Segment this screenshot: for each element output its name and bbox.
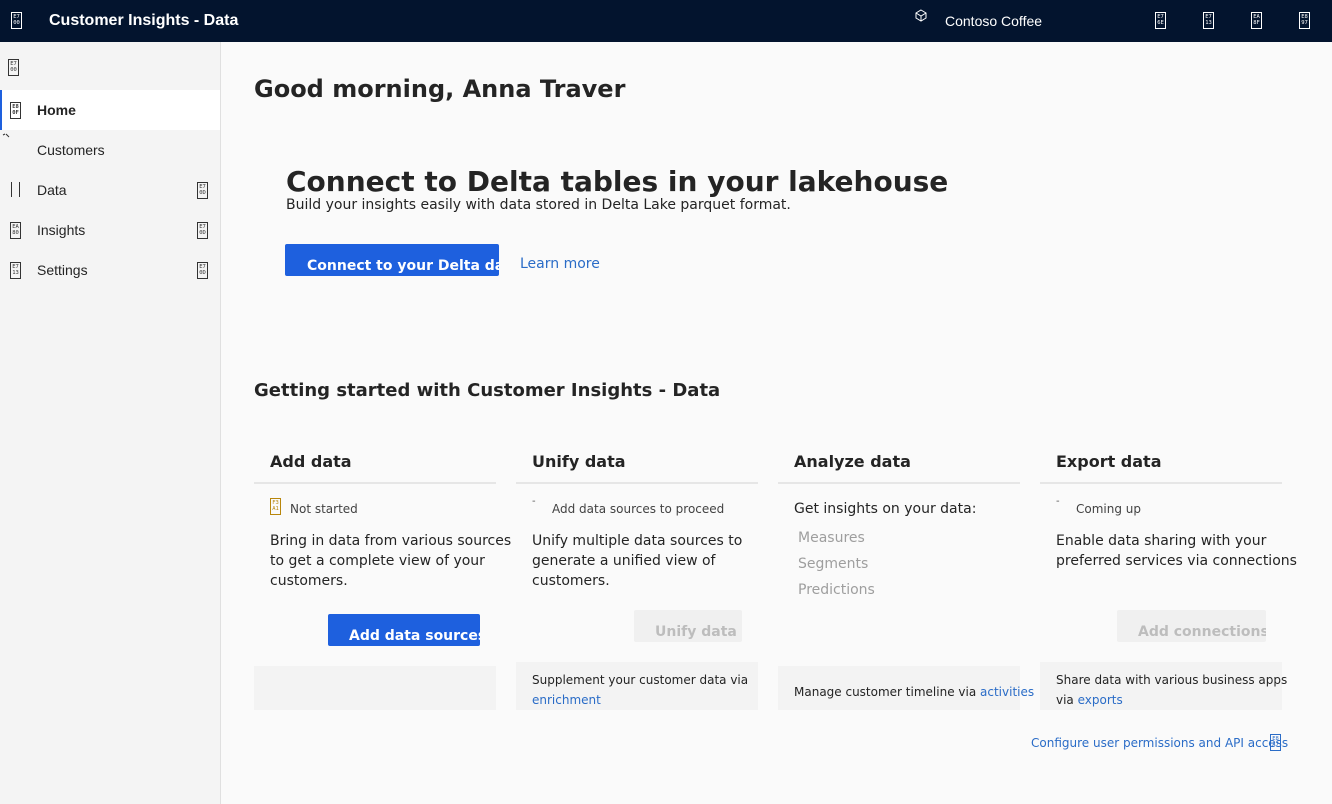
help-icon[interactable]: E7 6E: [1155, 12, 1166, 29]
sidebar-item-customers[interactable]: Customers: [0, 130, 220, 170]
not-started-icon: F3 A1: [270, 498, 281, 515]
chevron-down-icon[interactable]: E7 0D: [197, 262, 208, 279]
divider: [254, 482, 496, 484]
card-title: Analyze data: [794, 452, 911, 471]
environment-name[interactable]: Contoso Coffee: [945, 13, 1042, 29]
measures-item: Measures: [798, 530, 865, 546]
footer-label: Supplement your customer data via: [532, 673, 749, 687]
segments-item: Segments: [798, 556, 869, 572]
card-footer: [254, 666, 496, 710]
card-title: Unify data: [532, 452, 626, 471]
settings-gear-icon[interactable]: E7 13: [1203, 12, 1214, 29]
learn-more-link[interactable]: Learn more: [520, 256, 600, 272]
analyze-intro: Get insights on your data:: [794, 501, 977, 517]
account-icon[interactable]: E8 97: [1299, 12, 1310, 29]
pending-icon: -: [1056, 496, 1060, 507]
card-footer-text: Manage customer timeline via activities: [794, 682, 1034, 702]
chevron-down-icon[interactable]: E7 0D: [197, 182, 208, 199]
sidebar-item-label: Customers: [37, 142, 105, 158]
divider: [778, 482, 1020, 484]
sidebar-item-label: Data: [37, 182, 67, 198]
app-title[interactable]: Customer Insights - Data: [49, 12, 238, 30]
notifications-icon[interactable]: EA 8F: [1251, 12, 1262, 29]
chevron-down-icon[interactable]: E7 0D: [197, 222, 208, 239]
divider: [1040, 482, 1282, 484]
hero-title: Connect to Delta tables in your lakehous…: [286, 165, 949, 198]
sidebar-item-label: Settings: [37, 262, 88, 278]
app-launcher-icon[interactable]: E7 00: [11, 12, 22, 29]
sidebar-item-data[interactable]: Data E7 0D: [0, 170, 220, 210]
connect-delta-button[interactable]: Connect to your Delta data: [285, 244, 499, 276]
hero-subtitle: Build your insights easily with data sto…: [286, 197, 791, 213]
unify-data-button[interactable]: Unify data: [634, 610, 742, 642]
enrichment-link[interactable]: enrichment: [532, 693, 601, 707]
add-connections-button[interactable]: Add connections: [1117, 610, 1266, 642]
pending-icon: -: [532, 496, 536, 507]
environment-icon: [915, 9, 927, 22]
configure-permissions-link[interactable]: Configure user permissions and API acces…: [1031, 736, 1288, 750]
card-title: Export data: [1056, 452, 1162, 471]
sidebar-item-home[interactable]: E8 0F Home: [0, 90, 220, 130]
card-description: Bring in data from various sources to ge…: [270, 533, 512, 589]
getting-started-heading: Getting started with Customer Insights -…: [254, 380, 721, 401]
data-icon: [10, 182, 22, 197]
card-description: Enable data sharing with your preferred …: [1056, 533, 1297, 569]
status-text: Coming up: [1076, 502, 1142, 516]
collapse-nav-icon[interactable]: E7 00: [8, 59, 19, 76]
status-text: Add data sources to proceed: [552, 502, 725, 516]
sidebar-item-label: Insights: [37, 222, 86, 238]
customers-icon: [2, 133, 10, 138]
card-description: Unify multiple data sources to generate …: [532, 533, 743, 589]
card-title: Add data: [270, 452, 352, 471]
predictions-item: Predictions: [798, 582, 875, 598]
add-data-sources-button[interactable]: Add data sources: [328, 614, 480, 646]
insights-icon: EA 80: [10, 222, 21, 239]
sidebar-item-insights[interactable]: EA 80 Insights E7 0D: [0, 210, 220, 250]
sidebar-item-settings[interactable]: E7 13 Settings E7 0D: [0, 250, 220, 290]
card-footer-text: Share data with various business apps vi…: [1056, 670, 1292, 710]
greeting-heading: Good morning, Anna Traver: [254, 75, 626, 103]
sidebar-item-label: Home: [37, 102, 76, 118]
card-footer-text: Supplement your customer data via enrich…: [532, 670, 758, 710]
footer-label: Manage customer timeline via: [794, 685, 977, 699]
open-settings-icon[interactable]: E8 A7: [1270, 734, 1281, 751]
settings-icon: E7 13: [10, 262, 21, 279]
activities-link[interactable]: activities: [980, 685, 1034, 699]
home-icon: E8 0F: [10, 102, 21, 119]
sidebar: E7 00 E8 0F Home Customers Data E7 0D EA…: [0, 42, 221, 804]
divider: [516, 482, 758, 484]
exports-link[interactable]: exports: [1078, 693, 1123, 707]
status-text: Not started: [290, 502, 358, 516]
top-bar: E7 00 Customer Insights - Data Contoso C…: [0, 0, 1332, 42]
